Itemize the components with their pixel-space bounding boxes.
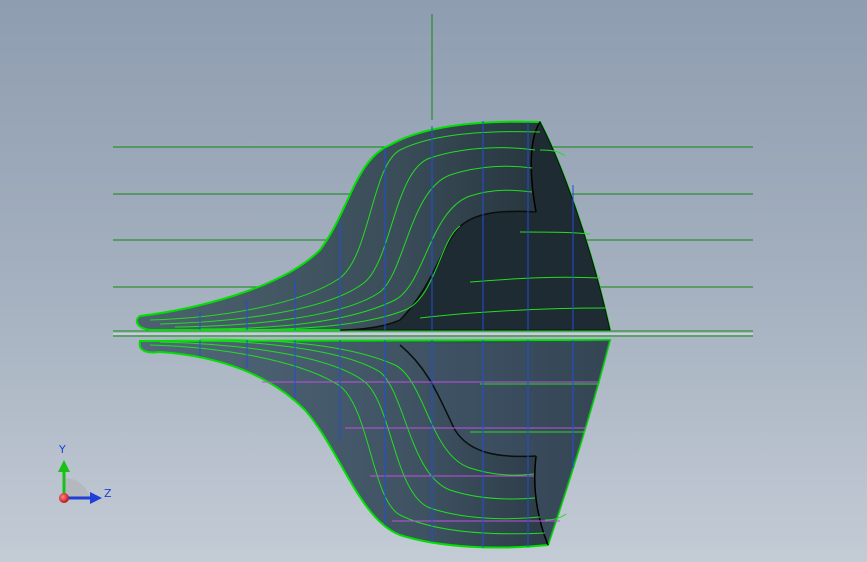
triad-z-label: Z: [104, 487, 112, 500]
origin-icon: [59, 493, 69, 503]
triad-y-label: Y: [59, 443, 66, 456]
lower-surface-body[interactable]: [138, 338, 612, 549]
graphics-viewport[interactable]: Y Z: [0, 0, 867, 562]
model-scene[interactable]: [0, 0, 867, 562]
coordinate-triad[interactable]: [58, 460, 102, 504]
upper-surface-body[interactable]: [135, 120, 612, 331]
